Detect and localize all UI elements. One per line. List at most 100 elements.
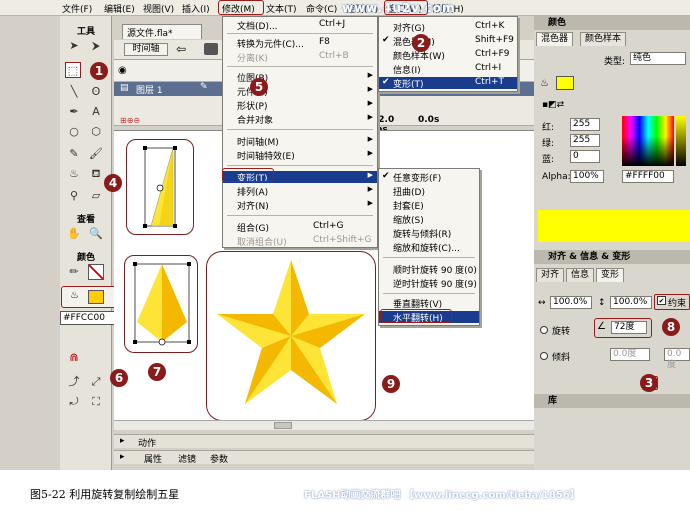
timeline-button[interactable]: 时间轴 bbox=[124, 43, 168, 56]
fill-hex-input[interactable]: #FFCC00 bbox=[60, 311, 116, 325]
selection-tool-icon[interactable]: ➤ bbox=[66, 38, 82, 54]
swap-colors-icon[interactable]: ▪◩⇄ bbox=[542, 100, 564, 110]
window-item-info[interactable]: 信息(I) Ctrl+I bbox=[379, 63, 517, 76]
menu-item-ungroup[interactable]: 取消组合(U) Ctrl+Shift+G bbox=[223, 235, 377, 248]
pencil-tool-icon[interactable]: ✎ bbox=[66, 146, 82, 162]
brightness-slider[interactable] bbox=[676, 116, 686, 166]
submenu-item-distort[interactable]: 扭曲(D) bbox=[379, 185, 479, 198]
menu-view[interactable]: 视图(V) bbox=[143, 2, 174, 15]
submenu-item-rotate-cw[interactable]: 顺时针旋转 90 度(0) bbox=[379, 263, 479, 276]
submenu-item-envelope[interactable]: 封套(E) bbox=[379, 199, 479, 212]
window-item-transform[interactable]: ✔ 变形(T) Ctrl+T bbox=[379, 77, 517, 90]
pen-tool-icon[interactable]: ✒ bbox=[66, 104, 82, 120]
red-input[interactable]: 255 bbox=[570, 118, 600, 131]
ink-bottle-tool-icon[interactable]: ♨ bbox=[66, 166, 82, 182]
tab-transform[interactable]: 变形 bbox=[596, 268, 625, 282]
submenu-item-scale[interactable]: 缩放(S) bbox=[379, 213, 479, 226]
menu-item-bitmap[interactable]: 位图(B)▶ bbox=[223, 71, 377, 84]
menu-file[interactable]: 文件(F) bbox=[62, 2, 92, 15]
hand-tool-icon[interactable]: ✋ bbox=[66, 226, 82, 242]
back-arrow-icon[interactable]: ⇦ bbox=[176, 42, 186, 56]
color-spectrum[interactable] bbox=[622, 116, 674, 166]
hex-input[interactable]: #FFFF00 bbox=[622, 170, 674, 183]
eyedropper-tool-icon[interactable]: ⚲ bbox=[66, 188, 82, 204]
rotate-radio[interactable] bbox=[540, 326, 548, 334]
fill-type-select[interactable]: 纯色 bbox=[630, 52, 686, 65]
submenu-item-rotate-ccw[interactable]: 逆时针旋转 90 度(9) bbox=[379, 277, 479, 290]
submenu-item-flip-vertical[interactable]: 垂直翻转(V) bbox=[379, 297, 479, 310]
color-panel-title[interactable]: 颜色 bbox=[534, 16, 690, 30]
menu-edit[interactable]: 编辑(E) bbox=[104, 2, 135, 15]
skew-x-input[interactable]: 0.0度 bbox=[610, 348, 650, 361]
fill-color-control[interactable]: ♨ bbox=[61, 286, 117, 308]
tab-swatches[interactable]: 颜色样本 bbox=[580, 32, 627, 46]
window-item-swatches[interactable]: 颜色样本(W) Ctrl+F9 bbox=[379, 49, 517, 62]
menu-text[interactable]: 文本(T) bbox=[266, 2, 297, 15]
submenu-item-scale-rotate[interactable]: 缩放和旋转(C)... bbox=[379, 241, 479, 254]
scroll-thumb[interactable] bbox=[274, 422, 292, 429]
tab-color-mixer[interactable]: 混色器 bbox=[536, 32, 574, 46]
no-color-swatch[interactable] bbox=[88, 264, 104, 280]
rotate-input[interactable]: 72度 bbox=[611, 321, 647, 334]
line-tool-icon[interactable]: ╲ bbox=[66, 84, 82, 100]
tab-properties[interactable]: 属性 bbox=[144, 452, 162, 465]
green-input[interactable]: 255 bbox=[570, 134, 600, 147]
subselection-tool-icon[interactable]: ⮞ bbox=[88, 38, 104, 54]
submenu-item-rotate-skew[interactable]: 旋转与倾斜(R) bbox=[379, 227, 479, 240]
skew-y-input[interactable]: 0.0度 bbox=[664, 348, 690, 370]
width-scale-input[interactable]: 100.0% bbox=[550, 296, 592, 309]
lasso-tool-icon[interactable]: ʘ bbox=[88, 84, 104, 100]
alpha-input[interactable]: 100% bbox=[570, 170, 604, 183]
menu-item-align[interactable]: 对齐(N) ▶ bbox=[223, 199, 377, 212]
transform-panel-title[interactable]: 对齐 & 信息 & 变形 bbox=[534, 250, 690, 264]
menu-item-arrange[interactable]: 排列(A) ▶ bbox=[223, 185, 377, 198]
scene-icon[interactable] bbox=[204, 43, 218, 55]
menu-item-break-apart[interactable]: 分离(K) Ctrl+B bbox=[223, 51, 377, 64]
paint-bucket-tool-icon[interactable]: ⛾ bbox=[88, 166, 104, 182]
document-tab[interactable]: 源文件.fla* bbox=[122, 24, 202, 39]
skew-radio[interactable] bbox=[540, 352, 548, 360]
mixer-fill-swatch[interactable] bbox=[556, 76, 574, 90]
height-scale-input[interactable]: 100.0% bbox=[610, 296, 652, 309]
constrain-checkbox[interactable]: ✔ bbox=[657, 296, 666, 305]
eraser-tool-icon[interactable]: ▱ bbox=[88, 188, 104, 204]
scale-icon[interactable]: ⛶ bbox=[88, 394, 104, 410]
rotate-skew-icon[interactable]: ⤾ bbox=[66, 394, 82, 410]
menu-item-shape[interactable]: 形状(P) ▶ bbox=[223, 99, 377, 112]
brush-tool-icon[interactable]: 🖌 bbox=[88, 146, 104, 162]
menu-item-document[interactable]: 文档(D)... Ctrl+J bbox=[223, 19, 377, 32]
actions-panel-bar[interactable]: ▸ 动作 bbox=[114, 434, 534, 449]
blue-input[interactable]: 0 bbox=[570, 150, 600, 163]
window-item-color-mixer[interactable]: ✔混色器(M)Shift+F9 bbox=[379, 35, 517, 48]
polystar-tool-icon[interactable]: ⬡ bbox=[88, 124, 104, 140]
tab-align[interactable]: 对齐 bbox=[536, 268, 565, 282]
window-item-align[interactable]: 对齐(G) Ctrl+K bbox=[379, 21, 517, 34]
properties-panel-bar[interactable]: ▸ 属性 滤镜 参数 bbox=[114, 450, 534, 465]
oval-tool-icon[interactable]: ○ bbox=[66, 124, 82, 140]
menu-item-combine-objects[interactable]: 合并对象 ▶ bbox=[223, 113, 377, 126]
tab-parameters[interactable]: 参数 bbox=[210, 452, 228, 465]
fill-color-swatch[interactable] bbox=[88, 290, 104, 304]
menu-item-timeline[interactable]: 时间轴(M) ▶ bbox=[223, 135, 377, 148]
tab-info[interactable]: 信息 bbox=[566, 268, 595, 282]
horizontal-scrollbar[interactable] bbox=[114, 420, 534, 430]
straighten-icon[interactable]: ⤢ bbox=[88, 374, 104, 390]
menu-item-convert-symbol[interactable]: 转换为元件(C)... F8 bbox=[223, 37, 377, 50]
constrain-checkbox-frame[interactable]: ✔ 约束 bbox=[654, 294, 690, 310]
free-transform-tool-icon[interactable]: ⬚ bbox=[65, 62, 81, 78]
library-panel-title[interactable]: 库 bbox=[534, 394, 690, 408]
stroke-color-icon[interactable]: ✏ bbox=[66, 264, 82, 280]
submenu-item-free-transform[interactable]: ✔ 任意变形(F) bbox=[379, 171, 479, 184]
menu-item-timeline-effects[interactable]: 时间轴特效(E) ▶ bbox=[223, 149, 377, 162]
layer-tools-icons[interactable]: ⊞⊕⊖ bbox=[120, 116, 140, 125]
menu-item-group[interactable]: 组合(G) Ctrl+G bbox=[223, 221, 377, 234]
menu-item-symbol[interactable]: 元件(S)▶ bbox=[223, 85, 377, 98]
menu-commands[interactable]: 命令(C) bbox=[306, 2, 337, 15]
smooth-icon[interactable]: ⤴ bbox=[66, 374, 82, 390]
caption-watermark: FLASH动画交流群吧 【www.linecg.com/tieba/1856】 bbox=[304, 490, 580, 501]
text-tool-icon[interactable]: A bbox=[88, 104, 104, 120]
menu-insert[interactable]: 插入(I) bbox=[182, 2, 210, 15]
tab-filters[interactable]: 滤镜 bbox=[178, 452, 196, 465]
snap-magnet-icon[interactable]: ⋒ bbox=[66, 350, 82, 366]
zoom-tool-icon[interactable]: 🔍 bbox=[88, 226, 104, 242]
